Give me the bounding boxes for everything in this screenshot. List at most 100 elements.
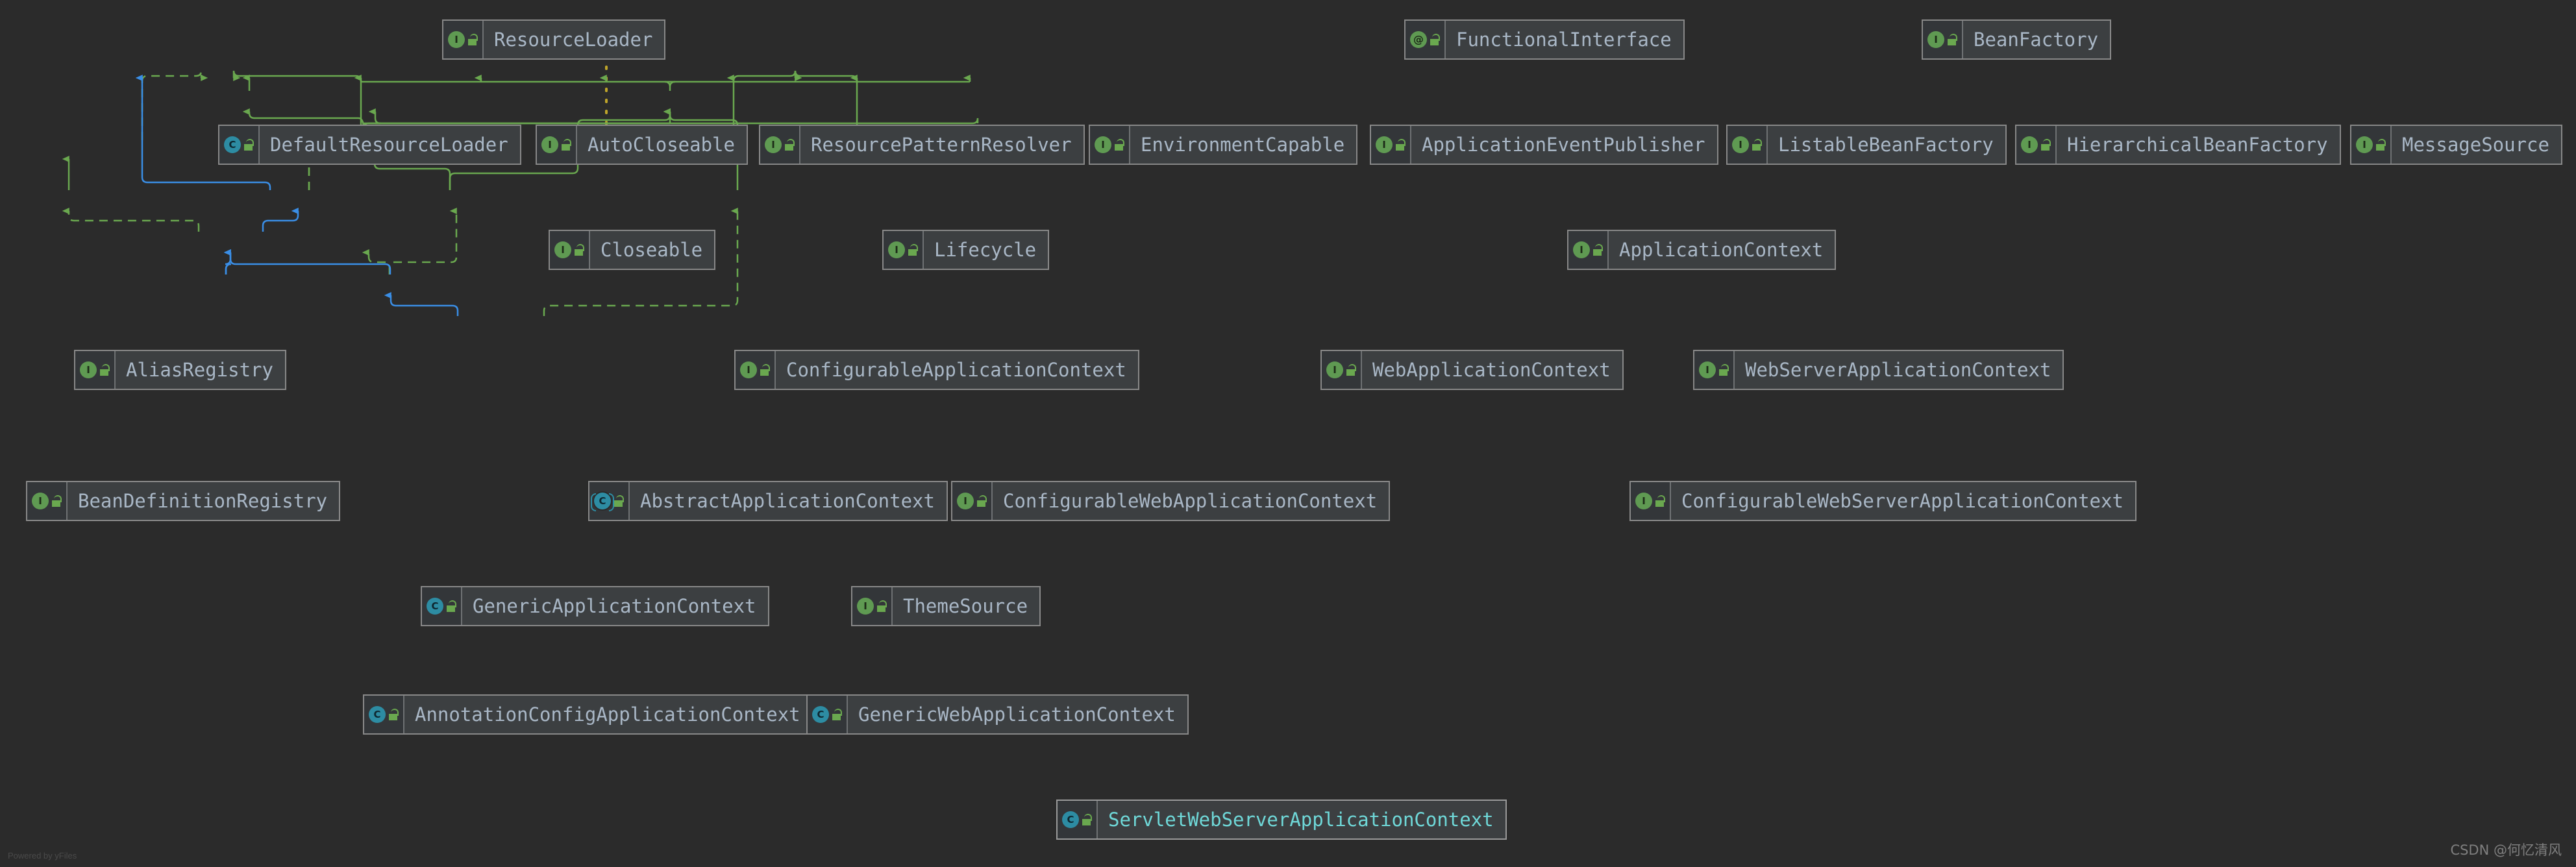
public-lock-icon: [876, 600, 887, 612]
node-label: ConfigurableWebServerApplicationContext: [1681, 489, 2124, 512]
uml-node-beandefinitionregistry[interactable]: I BeanDefinitionRegistry: [26, 481, 341, 521]
public-lock-icon: [99, 364, 110, 376]
uml-node-genericwebapplicationcontext[interactable]: C GenericWebApplicationContext: [806, 694, 1189, 735]
node-label: ResourcePatternResolver: [811, 133, 1072, 156]
interface-icon: I: [1376, 136, 1393, 153]
public-lock-icon: [1718, 364, 1729, 376]
uml-node-resourceloader[interactable]: I ResourceLoader: [442, 19, 666, 60]
public-lock-icon: [1430, 34, 1440, 45]
node-label: GenericWebApplicationContext: [858, 703, 1176, 726]
interface-icon: I: [541, 136, 558, 153]
interface-icon: I: [1326, 361, 1343, 378]
node-icon-gutter: C: [364, 696, 404, 733]
uml-node-defaultresourceloader[interactable]: C DefaultResourceLoader: [218, 125, 521, 165]
uml-node-listablebeanfactory[interactable]: I ListableBeanFactory: [1726, 125, 2007, 165]
public-lock-icon: [1395, 139, 1406, 151]
node-label: HierarchicalBeanFactory: [2067, 133, 2328, 156]
public-lock-icon: [1592, 244, 1603, 256]
node-label: WebApplicationContext: [1372, 358, 1611, 381]
node-label: FunctionalInterface: [1456, 28, 1672, 51]
node-label: WebServerApplicationContext: [1745, 358, 2051, 381]
interface-icon: I: [1573, 241, 1590, 258]
public-lock-icon: [1114, 139, 1124, 151]
node-icon-gutter: I: [1728, 126, 1768, 164]
node-label: ThemeSource: [903, 594, 1028, 617]
yfiles-watermark: Powered by yFiles: [8, 851, 77, 861]
uml-node-configurablewebapplicationcontext[interactable]: I ConfigurableWebApplicationContext: [951, 481, 1391, 521]
node-icon-gutter: I: [1322, 351, 1362, 389]
uml-node-environmentcapable[interactable]: I EnvironmentCapable: [1089, 125, 1358, 165]
public-lock-icon: [243, 139, 254, 151]
class-icon: C: [427, 598, 443, 615]
uml-node-applicationcontext[interactable]: I ApplicationContext: [1567, 230, 1837, 270]
csdn-watermark: CSDN @何忆清风: [2450, 842, 2562, 858]
class-icon: C: [224, 136, 241, 153]
node-label: AnnotationConfigApplicationContext: [415, 703, 800, 726]
node-label: Lifecycle: [934, 238, 1037, 261]
node-icon-gutter: I: [2351, 126, 2392, 164]
public-lock-icon: [561, 139, 571, 151]
public-lock-icon: [51, 495, 62, 507]
node-icon-gutter: C: [422, 587, 462, 625]
node-label: BeanDefinitionRegistry: [78, 489, 328, 512]
interface-icon: I: [857, 598, 874, 615]
uml-node-hierarchicalbeanfactory[interactable]: I HierarchicalBeanFactory: [2015, 125, 2341, 165]
class-icon: C: [812, 706, 829, 723]
public-lock-icon: [832, 709, 842, 720]
uml-node-webapplicationcontext[interactable]: I WebApplicationContext: [1320, 350, 1624, 390]
node-icon-gutter: C: [219, 126, 260, 164]
uml-node-applicationeventpublisher[interactable]: I ApplicationEventPublisher: [1370, 125, 1718, 165]
uml-node-messagesource[interactable]: I MessageSource: [2350, 125, 2562, 165]
interface-icon: I: [2356, 136, 2373, 153]
interface-icon: I: [1635, 493, 1652, 509]
node-label: AliasRegistry: [126, 358, 273, 381]
class-icon: C: [1062, 811, 1079, 828]
node-label: ApplicationContext: [1619, 238, 1824, 261]
interface-icon: I: [957, 493, 974, 509]
node-icon-gutter: I: [1694, 351, 1735, 389]
uml-node-autocloseable[interactable]: I AutoCloseable: [536, 125, 748, 165]
node-label: ConfigurableApplicationContext: [786, 358, 1126, 381]
node-layer: I ResourceLoader @ FunctionalInterface I Bean…: [0, 0, 2576, 867]
uml-node-annotationconfigapplicationcontext[interactable]: C AnnotationConfigApplicationContext: [363, 694, 813, 735]
annotation-icon: @: [1410, 31, 1427, 48]
public-lock-icon: [1752, 139, 1762, 151]
interface-icon: I: [1699, 361, 1716, 378]
uml-node-abstractapplicationcontext[interactable]: C AbstractApplicationContext: [588, 481, 948, 521]
uml-node-genericapplicationcontext[interactable]: C GenericApplicationContext: [421, 586, 769, 626]
node-icon-gutter: C: [1058, 801, 1098, 838]
interface-icon: I: [32, 493, 49, 509]
interface-icon: I: [740, 361, 757, 378]
uml-diagram-canvas[interactable]: I ResourceLoader @ FunctionalInterface I Bean…: [0, 0, 2576, 867]
uml-node-closeable[interactable]: I Closeable: [549, 230, 716, 270]
node-icon-gutter: I: [1568, 231, 1609, 269]
node-label: MessageSource: [2402, 133, 2549, 156]
uml-node-resourcepatternresolver[interactable]: I ResourcePatternResolver: [759, 125, 1085, 165]
node-label: Closeable: [601, 238, 703, 261]
uml-node-configurableapplicationcontext[interactable]: I ConfigurableApplicationContext: [734, 350, 1139, 390]
uml-node-lifecycle[interactable]: I Lifecycle: [882, 230, 1050, 270]
node-icon-gutter: I: [1923, 21, 1963, 58]
public-lock-icon: [908, 244, 918, 256]
node-label: ConfigurableWebApplicationContext: [1003, 489, 1378, 512]
public-lock-icon: [467, 34, 478, 45]
node-icon-gutter: I: [75, 351, 116, 389]
uml-node-servletwebserverapplicationcontext[interactable]: C ServletWebServerApplicationContext: [1056, 800, 1507, 840]
uml-node-themesource[interactable]: I ThemeSource: [851, 586, 1041, 626]
class-icon: C: [369, 706, 386, 723]
uml-node-webserverapplicationcontext[interactable]: I WebServerApplicationContext: [1693, 350, 2064, 390]
node-icon-gutter: I: [884, 231, 924, 269]
uml-node-configurablewebserverapplicationcontext[interactable]: I ConfigurableWebServerApplicationContext: [1629, 481, 2136, 521]
public-lock-icon: [784, 139, 795, 151]
node-icon-gutter: I: [760, 126, 800, 164]
interface-icon: I: [765, 136, 782, 153]
uml-node-functionalinterface[interactable]: @ FunctionalInterface: [1404, 19, 1685, 60]
node-label: ListableBeanFactory: [1778, 133, 1994, 156]
uml-node-beanfactory[interactable]: I BeanFactory: [1922, 19, 2112, 60]
node-label: DefaultResourceLoader: [270, 133, 508, 156]
public-lock-icon: [1947, 34, 1957, 45]
interface-icon: I: [448, 31, 465, 48]
node-icon-gutter: I: [2016, 126, 2057, 164]
uml-node-aliasregistry[interactable]: I AliasRegistry: [74, 350, 286, 390]
node-label: EnvironmentCapable: [1141, 133, 1345, 156]
